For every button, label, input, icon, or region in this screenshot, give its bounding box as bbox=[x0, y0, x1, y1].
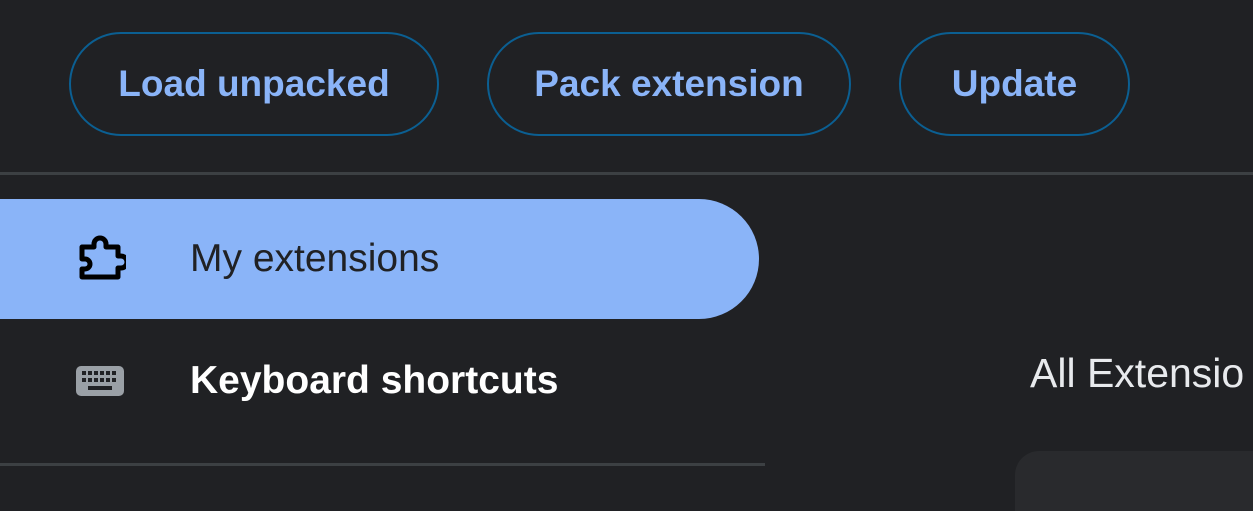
developer-toolbar: Load unpacked Pack extension Update bbox=[0, 0, 1253, 173]
update-button[interactable]: Update bbox=[899, 32, 1130, 136]
load-unpacked-button[interactable]: Load unpacked bbox=[69, 32, 439, 136]
toolbar-divider bbox=[0, 172, 1253, 175]
sidebar-item-label: My extensions bbox=[190, 237, 440, 280]
extension-card bbox=[1015, 451, 1253, 511]
keyboard-icon bbox=[74, 355, 126, 407]
sidebar-item-my-extensions[interactable]: My extensions bbox=[0, 199, 759, 319]
sidebar-item-label: Keyboard shortcuts bbox=[190, 359, 559, 402]
section-heading: All Extensio bbox=[1030, 350, 1245, 396]
sidebar-item-keyboard-shortcuts[interactable]: Keyboard shortcuts bbox=[0, 321, 759, 441]
sidebar-divider bbox=[0, 463, 765, 466]
pack-extension-button[interactable]: Pack extension bbox=[487, 32, 851, 136]
puzzle-piece-icon bbox=[74, 233, 126, 285]
